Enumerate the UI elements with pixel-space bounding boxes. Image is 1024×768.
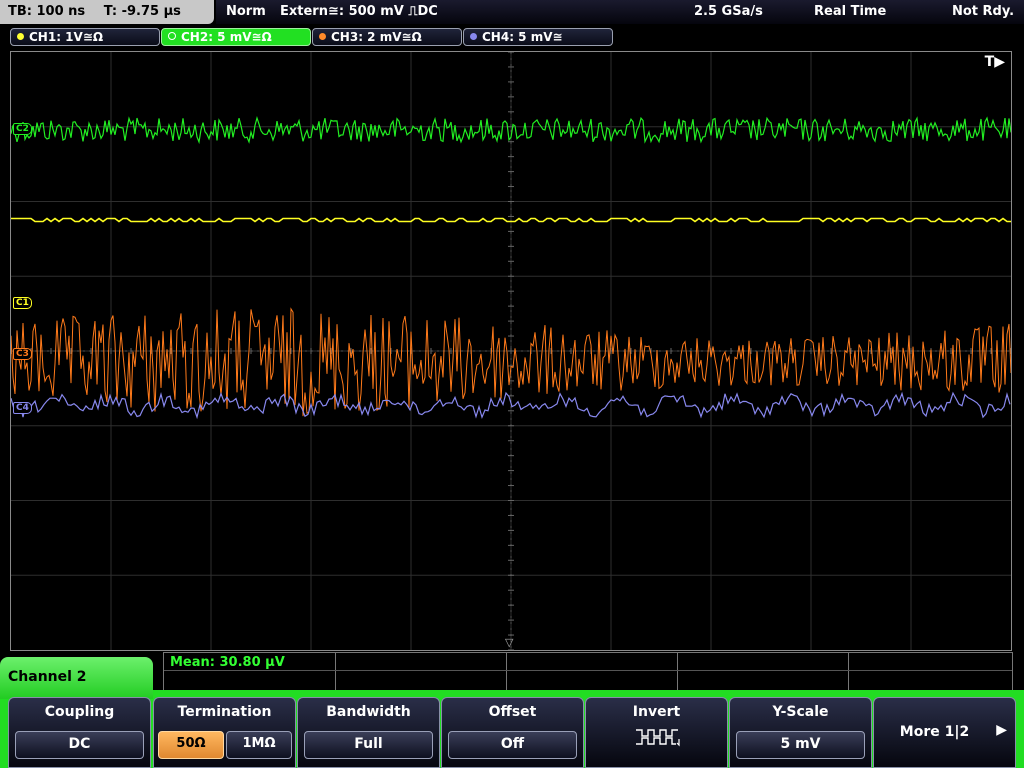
yscale-softkey[interactable]: Y-Scale 5 mV (729, 697, 872, 768)
invert-label: Invert (632, 704, 681, 720)
graticule (11, 52, 1011, 650)
bandwidth-label: Bandwidth (326, 704, 411, 720)
chevron-right-icon: ▶ (996, 722, 1007, 738)
ch1-label: CH1: 1V≅Ω (29, 30, 104, 44)
channel-tab-ch1[interactable]: CH1: 1V≅Ω (10, 28, 160, 46)
channel-tab-ch3[interactable]: CH3: 2 mV≅Ω (312, 28, 462, 46)
menu-title: Channel 2 (0, 657, 153, 699)
coupling-label: Coupling (44, 704, 115, 720)
acquisition-state[interactable]: Not Rdy. (952, 0, 1014, 24)
yscale-value[interactable]: 5 mV (736, 731, 865, 759)
ch3-offset-marker[interactable]: C3 (13, 348, 32, 360)
more-label: More 1|2 (899, 724, 970, 740)
trigger-position-marker[interactable]: T▶ (985, 54, 1005, 70)
termination-label: Termination (177, 704, 272, 720)
measurement-mean: Mean: 30.80 µV (170, 655, 285, 670)
termination-1mohm-option[interactable]: 1MΩ (226, 731, 292, 759)
acquisition-mode: Real Time (814, 4, 887, 19)
trigger-point-icon: ▽ (505, 636, 514, 649)
yscale-label: Y-Scale (772, 704, 829, 720)
termination-50ohm-option[interactable]: 50Ω (158, 731, 224, 759)
bandwidth-softkey[interactable]: Bandwidth Full (297, 697, 440, 768)
ch2-label: CH2: 5 mV≅Ω (181, 30, 272, 44)
ch4-label: CH4: 5 mV≅ (482, 30, 563, 44)
ch1-offset-marker[interactable]: C1 (13, 297, 32, 309)
ch4-offset-marker[interactable]: C4 (13, 402, 32, 414)
more-softkey[interactable]: More 1|2 ▶ (873, 697, 1016, 768)
coupling-value[interactable]: DC (15, 731, 144, 759)
ch2-color-dot (168, 32, 176, 40)
offset-softkey[interactable]: Offset Off (441, 697, 584, 768)
bandwidth-value[interactable]: Full (304, 731, 433, 759)
measurement-bar[interactable]: Mean: 30.80 µV (163, 652, 1013, 692)
invert-softkey[interactable]: Invert (585, 697, 728, 768)
trigger-time-value: T: -9.75 µs (103, 4, 181, 19)
status-bar: Norm Extern≅: 500 mV ⎍DC 2.5 GSa/s Real … (216, 0, 1024, 24)
termination-softkey[interactable]: Termination 50Ω 1MΩ (153, 697, 296, 768)
offset-label: Offset (488, 704, 537, 720)
coupling-softkey[interactable]: Coupling DC (8, 697, 151, 768)
ch1-color-dot (17, 33, 24, 40)
ch2-offset-marker[interactable]: C2 (13, 123, 32, 135)
timebase-readout[interactable]: TB: 100 ns T: -9.75 µs (0, 0, 214, 24)
trigger-mode[interactable]: Norm (226, 0, 266, 24)
channel-tab-ch2[interactable]: CH2: 5 mV≅Ω (161, 28, 311, 46)
ch4-color-dot (470, 33, 477, 40)
channel-tab-ch4[interactable]: CH4: 5 mV≅ (463, 28, 613, 46)
timebase-value: TB: 100 ns (8, 4, 86, 19)
ch3-label: CH3: 2 mV≅Ω (331, 30, 422, 44)
invert-waveform-icon (636, 729, 680, 747)
sample-rate: 2.5 GSa/s (694, 4, 763, 19)
trigger-source[interactable]: Extern≅: 500 mV ⎍DC (280, 0, 438, 24)
waveform-display[interactable]: T▶ C2 C1 C3 C4 ▽ (10, 51, 1012, 651)
ch3-color-dot (319, 33, 326, 40)
offset-value[interactable]: Off (448, 731, 577, 759)
